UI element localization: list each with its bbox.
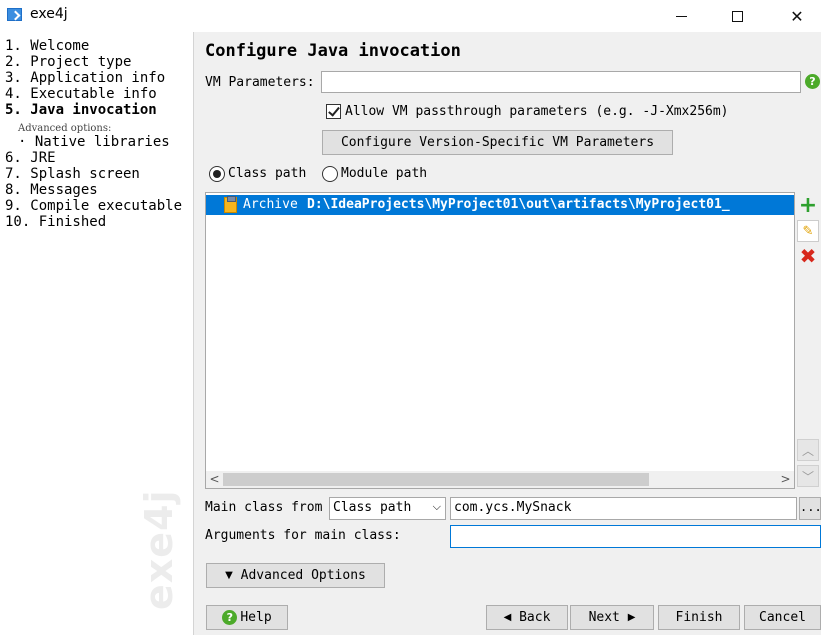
close-button[interactable]: ✕ <box>774 0 820 32</box>
move-down-button[interactable]: ﹀ <box>797 465 819 487</box>
main-class-input[interactable]: com.ycs.MySnack <box>450 497 797 520</box>
step-executable-info: 4. Executable info <box>5 86 157 102</box>
help-icon[interactable]: ? <box>805 74 820 89</box>
help-circle-icon: ? <box>222 610 238 625</box>
triangle-down-icon: ▼ <box>225 570 233 581</box>
step-finished: 10. Finished <box>5 214 107 230</box>
arguments-label: Arguments for main class: <box>205 528 401 543</box>
add-entry-button[interactable]: + <box>797 192 819 218</box>
browse-main-class-button[interactable]: ... <box>799 497 821 520</box>
close-icon: ✕ <box>790 6 804 26</box>
page-title: Configure Java invocation <box>205 41 461 61</box>
horizontal-scrollbar[interactable]: < > <box>206 471 794 488</box>
configure-vm-parameters-button[interactable]: Configure Version-Specific VM Parameters <box>322 130 673 155</box>
back-button[interactable]: ◀ Back <box>486 605 568 630</box>
vm-parameters-input[interactable] <box>321 71 801 93</box>
plus-icon: + <box>798 192 818 218</box>
class-path-list[interactable]: Archive D:\IdeaProjects\MyProject01\out\… <box>205 192 795 489</box>
main-class-source-select[interactable]: Class path ⌵ <box>329 497 446 520</box>
main-class-source-value: Class path <box>333 500 412 515</box>
back-arrow-icon: ◀ <box>503 612 512 623</box>
list-item-kind: Archive <box>243 197 298 212</box>
next-button[interactable]: Next ▶ <box>570 605 654 630</box>
class-path-radio[interactable] <box>209 166 225 182</box>
pencil-icon: ✎ <box>802 223 814 239</box>
title-bar: exe4j ✕ <box>0 0 821 32</box>
step-java-invocation: 5. Java invocation <box>5 102 157 118</box>
step-welcome: 1. Welcome <box>5 38 90 54</box>
chevron-up-icon: ︿ <box>801 443 814 458</box>
chevron-down-icon: ﹀ <box>801 469 814 484</box>
archive-jar-icon <box>224 196 237 213</box>
next-arrow-icon: ▶ <box>627 612 636 623</box>
step-compile-executable: 9. Compile executable <box>5 198 183 214</box>
help-button-label: Help <box>240 610 272 625</box>
minimize-button[interactable] <box>658 0 704 32</box>
scrollbar-thumb[interactable] <box>223 473 649 486</box>
step-project-type: 2. Project type <box>5 54 132 70</box>
app-icon <box>7 8 22 21</box>
module-path-radio-label: Module path <box>341 166 428 181</box>
finish-button[interactable]: Finish <box>658 605 740 630</box>
advanced-options-label: Advanced Options <box>240 568 366 583</box>
window-title: exe4j <box>30 6 68 22</box>
scroll-left-icon[interactable]: < <box>206 471 223 488</box>
arguments-input[interactable] <box>450 525 821 548</box>
step-application-info: 3. Application info <box>5 70 166 86</box>
step-native-libraries: · Native libraries <box>18 134 170 150</box>
class-path-radio-label: Class path <box>228 166 307 181</box>
dropdown-chevron-icon: ⌵ <box>432 500 441 513</box>
vm-parameters-label: VM Parameters: <box>205 75 315 90</box>
steps-panel: 1. Welcome 2. Project type 3. Applicatio… <box>0 32 194 635</box>
allow-passthrough-label: Allow VM passthrough parameters (e.g. -J… <box>345 104 729 119</box>
maximize-icon <box>731 10 743 22</box>
back-button-label: Back <box>519 610 551 625</box>
step-splash-screen: 7. Splash screen <box>5 166 140 182</box>
remove-entry-button[interactable]: ✖ <box>797 244 819 268</box>
move-up-button[interactable]: ︿ <box>797 439 819 461</box>
step-messages: 8. Messages <box>5 182 98 198</box>
main-class-label: Main class from <box>205 500 323 515</box>
delete-x-icon: ✖ <box>799 244 817 268</box>
scroll-right-icon[interactable]: > <box>777 471 794 488</box>
exe4j-watermark: exe4j <box>137 489 181 610</box>
edit-entry-button[interactable]: ✎ <box>797 220 819 242</box>
list-item-path: D:\IdeaProjects\MyProject01\out\artifact… <box>307 197 730 212</box>
step-jre: 6. JRE <box>5 150 56 166</box>
allow-passthrough-checkbox[interactable] <box>326 104 341 119</box>
cancel-button[interactable]: Cancel <box>744 605 821 630</box>
maximize-button[interactable] <box>714 0 760 32</box>
next-button-label: Next <box>588 610 620 625</box>
help-button[interactable]: ? Help <box>206 605 288 630</box>
list-item[interactable]: Archive D:\IdeaProjects\MyProject01\out\… <box>206 195 794 215</box>
module-path-radio[interactable] <box>322 166 338 182</box>
main-panel: Configure Java invocation VM Parameters:… <box>195 32 821 635</box>
advanced-options-button[interactable]: ▼ Advanced Options <box>206 563 385 588</box>
minimize-icon <box>675 15 687 17</box>
